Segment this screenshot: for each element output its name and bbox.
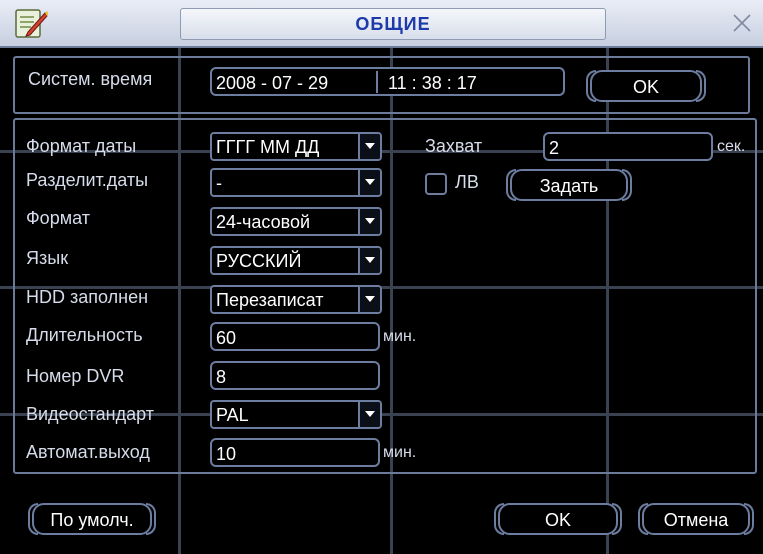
duration-unit: мин. [383, 328, 417, 345]
time-format-value: 24-часовой [216, 212, 311, 232]
capture-label: Захват [425, 136, 483, 156]
duration-label: Длительность [26, 325, 143, 345]
lv-label: ЛВ [455, 172, 479, 192]
date-separator-value: - [216, 173, 222, 193]
chevron-down-icon[interactable] [358, 134, 380, 159]
video-standard-value: PAL [216, 405, 249, 425]
time-format-label: Формат [26, 208, 90, 228]
date-value[interactable]: 2008 - 07 - 29 [216, 73, 328, 93]
hdd-full-select[interactable]: Перезаписат [210, 285, 382, 314]
date-format-label: Формат даты [26, 136, 137, 156]
date-separator-label: Разделит.даты [26, 170, 149, 190]
close-icon[interactable] [732, 13, 752, 33]
ok-button[interactable]: OK [494, 503, 622, 535]
chevron-down-icon[interactable] [358, 170, 380, 195]
auto-logout-label: Автомат.выход [26, 442, 150, 462]
video-standard-select[interactable]: PAL [210, 400, 382, 429]
time-ok-button[interactable]: OK [586, 70, 706, 102]
capture-unit: сек. [717, 138, 746, 155]
duration-input[interactable]: 60 [210, 322, 380, 351]
hdd-full-value: Перезаписат [216, 290, 324, 310]
chevron-down-icon[interactable] [358, 287, 380, 312]
auto-logout-unit: мин. [383, 444, 417, 461]
chevron-down-icon[interactable] [358, 402, 380, 427]
general-settings-window: ОБЩИЕ Систем. время 2008 - 07 - 29 11 : … [0, 0, 763, 554]
title-bar: ОБЩИЕ [0, 0, 763, 48]
window-title: ОБЩИЕ [180, 8, 606, 40]
date-time-divider [376, 71, 378, 93]
capture-input[interactable]: 2 [543, 132, 713, 161]
language-label: Язык [26, 248, 69, 268]
set-button[interactable]: Задать [506, 169, 632, 201]
hdd-full-label: HDD заполнен [26, 287, 149, 307]
date-format-value: ГГГГ ММ ДД [216, 137, 320, 157]
chevron-down-icon[interactable] [358, 248, 380, 273]
lv-checkbox[interactable] [425, 173, 447, 195]
date-format-select[interactable]: ГГГГ ММ ДД [210, 132, 382, 161]
language-value: РУССКИЙ [216, 251, 302, 271]
settings-pencil-icon [14, 6, 49, 40]
time-value[interactable]: 11 : 38 : 17 [388, 69, 477, 94]
language-select[interactable]: РУССКИЙ [210, 246, 382, 275]
date-separator-select[interactable]: - [210, 168, 382, 197]
default-button[interactable]: По умолч. [28, 503, 156, 535]
dvr-number-input[interactable]: 8 [210, 361, 380, 390]
auto-logout-input[interactable]: 10 [210, 438, 380, 467]
chevron-down-icon[interactable] [358, 209, 380, 234]
dvr-number-label: Номер DVR [26, 366, 125, 386]
system-time-label: Систем. время [28, 69, 153, 89]
video-standard-label: Видеостандарт [26, 404, 154, 424]
time-format-select[interactable]: 24-часовой [210, 207, 382, 236]
cancel-button[interactable]: Отмена [638, 503, 754, 535]
system-time-field[interactable]: 2008 - 07 - 29 11 : 38 : 17 [210, 67, 565, 96]
